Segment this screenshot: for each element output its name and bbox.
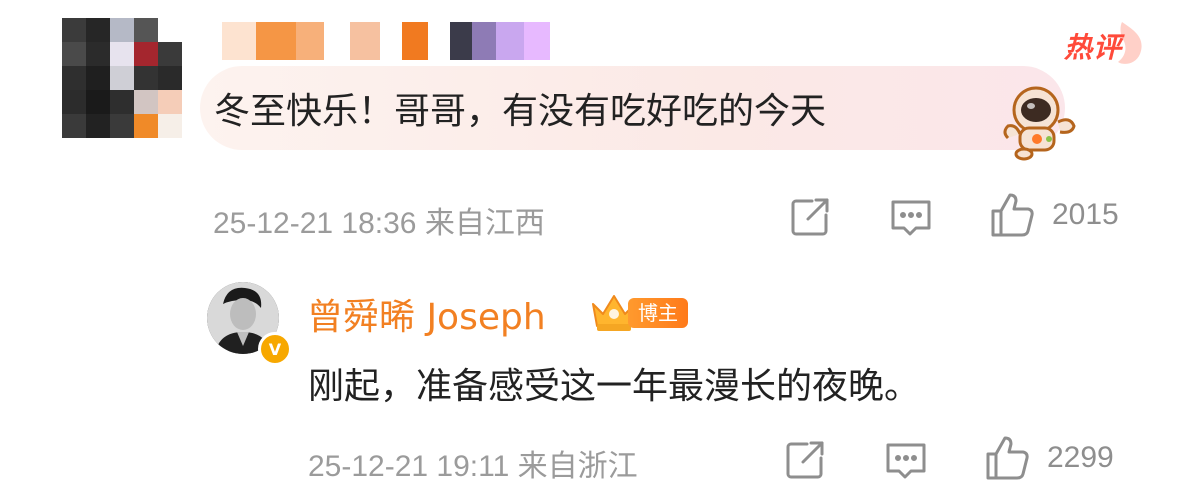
verified-badge: V (258, 332, 292, 366)
comment-icon[interactable] (888, 196, 932, 240)
commenter-avatar[interactable] (62, 18, 182, 138)
reply-comment-icon[interactable] (883, 439, 927, 483)
reply-location: 来自浙江 (517, 450, 638, 483)
reply-like-count: 2299 (1047, 441, 1114, 474)
comment-timestamp: 25-12-21 18:36 (213, 207, 417, 240)
hot-comment-badge: 热评 (1060, 18, 1150, 68)
reply-meta: 25-12-21 19:11 来自浙江 (308, 441, 638, 485)
reply-timestamp: 25-12-21 19:11 (308, 450, 510, 483)
comment-location: 来自江西 (424, 207, 545, 240)
commenter-name-masked[interactable] (222, 22, 550, 60)
astronaut-sticker (1000, 82, 1080, 162)
blogger-tag: 博主 (628, 298, 688, 328)
reply-text[interactable]: 刚起，准备感受这一年最漫长的夜晚。 (308, 357, 920, 409)
hot-comment-label: 热评 (1064, 31, 1123, 64)
repost-icon[interactable] (788, 195, 832, 239)
comment-text[interactable]: 冬至快乐！哥哥，有没有吃好吃的今天 (214, 82, 826, 134)
reply-like-icon[interactable] (983, 434, 1029, 480)
reply-repost-icon[interactable] (783, 438, 827, 482)
like-icon[interactable] (988, 191, 1034, 237)
like-count: 2015 (1052, 198, 1119, 231)
comment-meta: 25-12-21 18:36 来自江西 (213, 198, 545, 242)
reply-author-name[interactable]: 曾舜晞 Joseph (307, 288, 546, 340)
